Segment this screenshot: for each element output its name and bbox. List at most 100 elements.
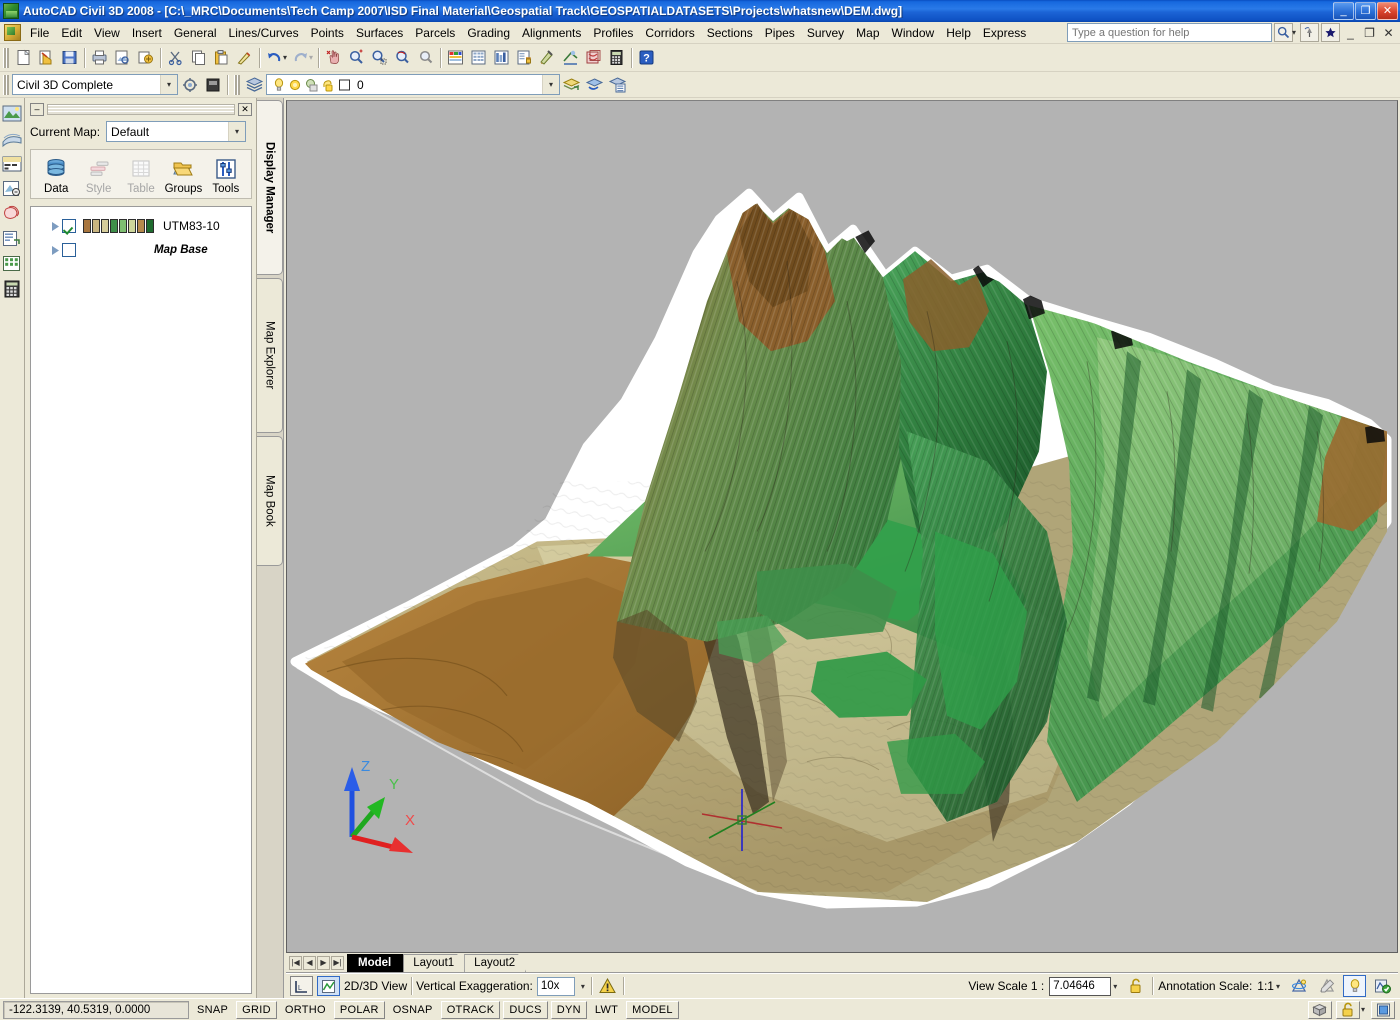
calculator-icon[interactable] (605, 47, 628, 69)
zoom-window-icon[interactable] (368, 47, 391, 69)
warning-icon[interactable] (596, 975, 619, 997)
drawing-canvas[interactable]: Z Y X (286, 100, 1398, 953)
markup-icon[interactable] (536, 47, 559, 69)
cut-icon[interactable] (164, 47, 187, 69)
plot-preview-icon[interactable] (111, 47, 134, 69)
menu-item-surfaces[interactable]: Surfaces (350, 23, 409, 43)
map-display-manager-icon[interactable] (1, 152, 24, 175)
toolpalettes-icon[interactable] (490, 47, 513, 69)
layer-visibility-checkbox[interactable] (62, 243, 76, 257)
zoom-previous-icon[interactable] (391, 47, 414, 69)
workspace-settings-icon[interactable] (178, 74, 201, 96)
tab-map-explorer[interactable]: Map Explorer (257, 278, 283, 433)
matchprop-icon[interactable] (233, 47, 256, 69)
view-scale-value[interactable]: 7.04646 (1049, 977, 1111, 996)
save-icon[interactable] (58, 47, 81, 69)
tab-layout1[interactable]: Layout1 (403, 954, 465, 972)
palette-autohide-button[interactable]: – (30, 103, 44, 116)
palette-grip[interactable] (47, 104, 235, 115)
designcenter-icon[interactable] (467, 47, 490, 69)
menu-item-pipes[interactable]: Pipes (759, 23, 801, 43)
menu-item-corridors[interactable]: Corridors (639, 23, 700, 43)
table-button[interactable]: Table (120, 155, 162, 195)
nav-next-button[interactable]: ▶ (317, 956, 330, 970)
status-toggle-grid[interactable]: GRID (236, 1001, 277, 1019)
map-object-data-icon[interactable] (1, 252, 24, 275)
tab-model[interactable]: Model (347, 954, 404, 972)
copy-icon[interactable] (187, 47, 210, 69)
vertical-exaggeration-dropdown-arrow[interactable]: ▾ (581, 982, 585, 991)
menu-item-view[interactable]: View (88, 23, 126, 43)
redo-icon[interactable] (289, 47, 312, 69)
expand-triangle-icon[interactable] (49, 221, 62, 232)
map-drape-icon[interactable] (1, 127, 24, 150)
menu-item-general[interactable]: General (168, 23, 223, 43)
help-search-input[interactable] (1067, 23, 1272, 42)
status-toggle-polar[interactable]: POLAR (334, 1001, 385, 1019)
status-toggle-dyn[interactable]: DYN (551, 1001, 587, 1019)
status-toggle-osnap[interactable]: OSNAP (388, 1001, 438, 1019)
status-toggle-otrack[interactable]: OTRACK (441, 1001, 501, 1019)
tab-layout2[interactable]: Layout2 (464, 954, 526, 972)
chevron-down-icon[interactable]: ▾ (228, 122, 245, 141)
lightbulb-icon[interactable] (1343, 975, 1366, 997)
toolbar-lock-icon[interactable] (1336, 1001, 1360, 1019)
layer-make-current-icon[interactable] (583, 74, 606, 96)
menu-item-points[interactable]: Points (305, 23, 350, 43)
layer-previous-icon[interactable] (560, 74, 583, 96)
annotation-visibility-icon[interactable] (1287, 975, 1310, 997)
chevron-down-icon[interactable]: ▾ (542, 75, 559, 94)
expand-triangle-icon[interactable] (49, 245, 62, 256)
clean-screen-icon[interactable] (1371, 1001, 1395, 1019)
status-toggle-lwt[interactable]: LWT (590, 1001, 623, 1019)
new-icon[interactable] (12, 47, 35, 69)
status-toggle-ducs[interactable]: DUCS (503, 1001, 547, 1019)
sync-check-icon[interactable] (1371, 975, 1394, 997)
zoom-scale-icon[interactable] (414, 47, 437, 69)
help-icon[interactable]: ? (635, 47, 658, 69)
workspace-combo[interactable]: Civil 3D Complete ▾ (12, 74, 178, 95)
tree-row-utm83[interactable]: UTM83-10 (31, 214, 251, 238)
layer-properties-icon[interactable] (243, 74, 266, 96)
status-toggle-ortho[interactable]: ORTHO (280, 1001, 331, 1019)
annotation-add-icon[interactable] (1315, 975, 1338, 997)
dropdown-arrow-icon[interactable]: ▾ (1361, 1005, 1365, 1014)
map-overlay-icon[interactable] (1, 202, 24, 225)
favorites-star-icon[interactable] (1321, 23, 1340, 42)
close-button[interactable]: ✕ (1377, 2, 1398, 20)
open-icon[interactable] (35, 47, 58, 69)
layer-combo[interactable]: 0 ▾ (266, 74, 560, 95)
plot-icon[interactable] (88, 47, 111, 69)
menu-item-lines-curves[interactable]: Lines/Curves (223, 23, 305, 43)
minimize-button[interactable]: _ (1333, 2, 1354, 20)
style-button[interactable]: Style (77, 155, 119, 195)
annotation-scale-value[interactable]: 1:1 (1257, 979, 1274, 993)
menu-item-profiles[interactable]: Profiles (587, 23, 639, 43)
menu-item-parcels[interactable]: Parcels (409, 23, 461, 43)
view-3d-icon[interactable] (317, 976, 340, 996)
workspace-toolbar-grip[interactable] (3, 75, 9, 95)
unlocked-icon[interactable] (1124, 975, 1147, 997)
menu-item-survey[interactable]: Survey (801, 23, 850, 43)
workspace-save-icon[interactable] (201, 74, 224, 96)
publish-icon[interactable] (134, 47, 157, 69)
menu-item-edit[interactable]: Edit (55, 23, 88, 43)
groups-button[interactable]: Groups (162, 155, 204, 195)
refmanager-icon[interactable] (582, 47, 605, 69)
doc-minimize-button[interactable]: _ (1342, 24, 1359, 41)
map-query-icon[interactable] (1, 177, 24, 200)
zoom-realtime-icon[interactable] (345, 47, 368, 69)
menu-item-insert[interactable]: Insert (126, 23, 168, 43)
tools-button[interactable]: Tools (205, 155, 247, 195)
nav-prev-button[interactable]: ◀ (303, 956, 316, 970)
tab-map-book[interactable]: Map Book (257, 436, 283, 566)
doc-restore-button[interactable]: ❐ (1361, 24, 1378, 41)
tab-display-manager[interactable]: Display Manager (257, 100, 283, 275)
coordinate-readout[interactable]: -122.3139, 40.5319, 0.0000 (3, 1001, 189, 1019)
menu-item-grading[interactable]: Grading (461, 23, 516, 43)
ucs-2d-icon[interactable]: L (290, 976, 313, 996)
nav-first-button[interactable]: |◀ (289, 956, 302, 970)
search-dropdown-arrow[interactable]: ▾ (1292, 28, 1296, 37)
chevron-down-icon[interactable]: ▾ (160, 75, 177, 94)
quickcalc-icon[interactable] (559, 47, 582, 69)
